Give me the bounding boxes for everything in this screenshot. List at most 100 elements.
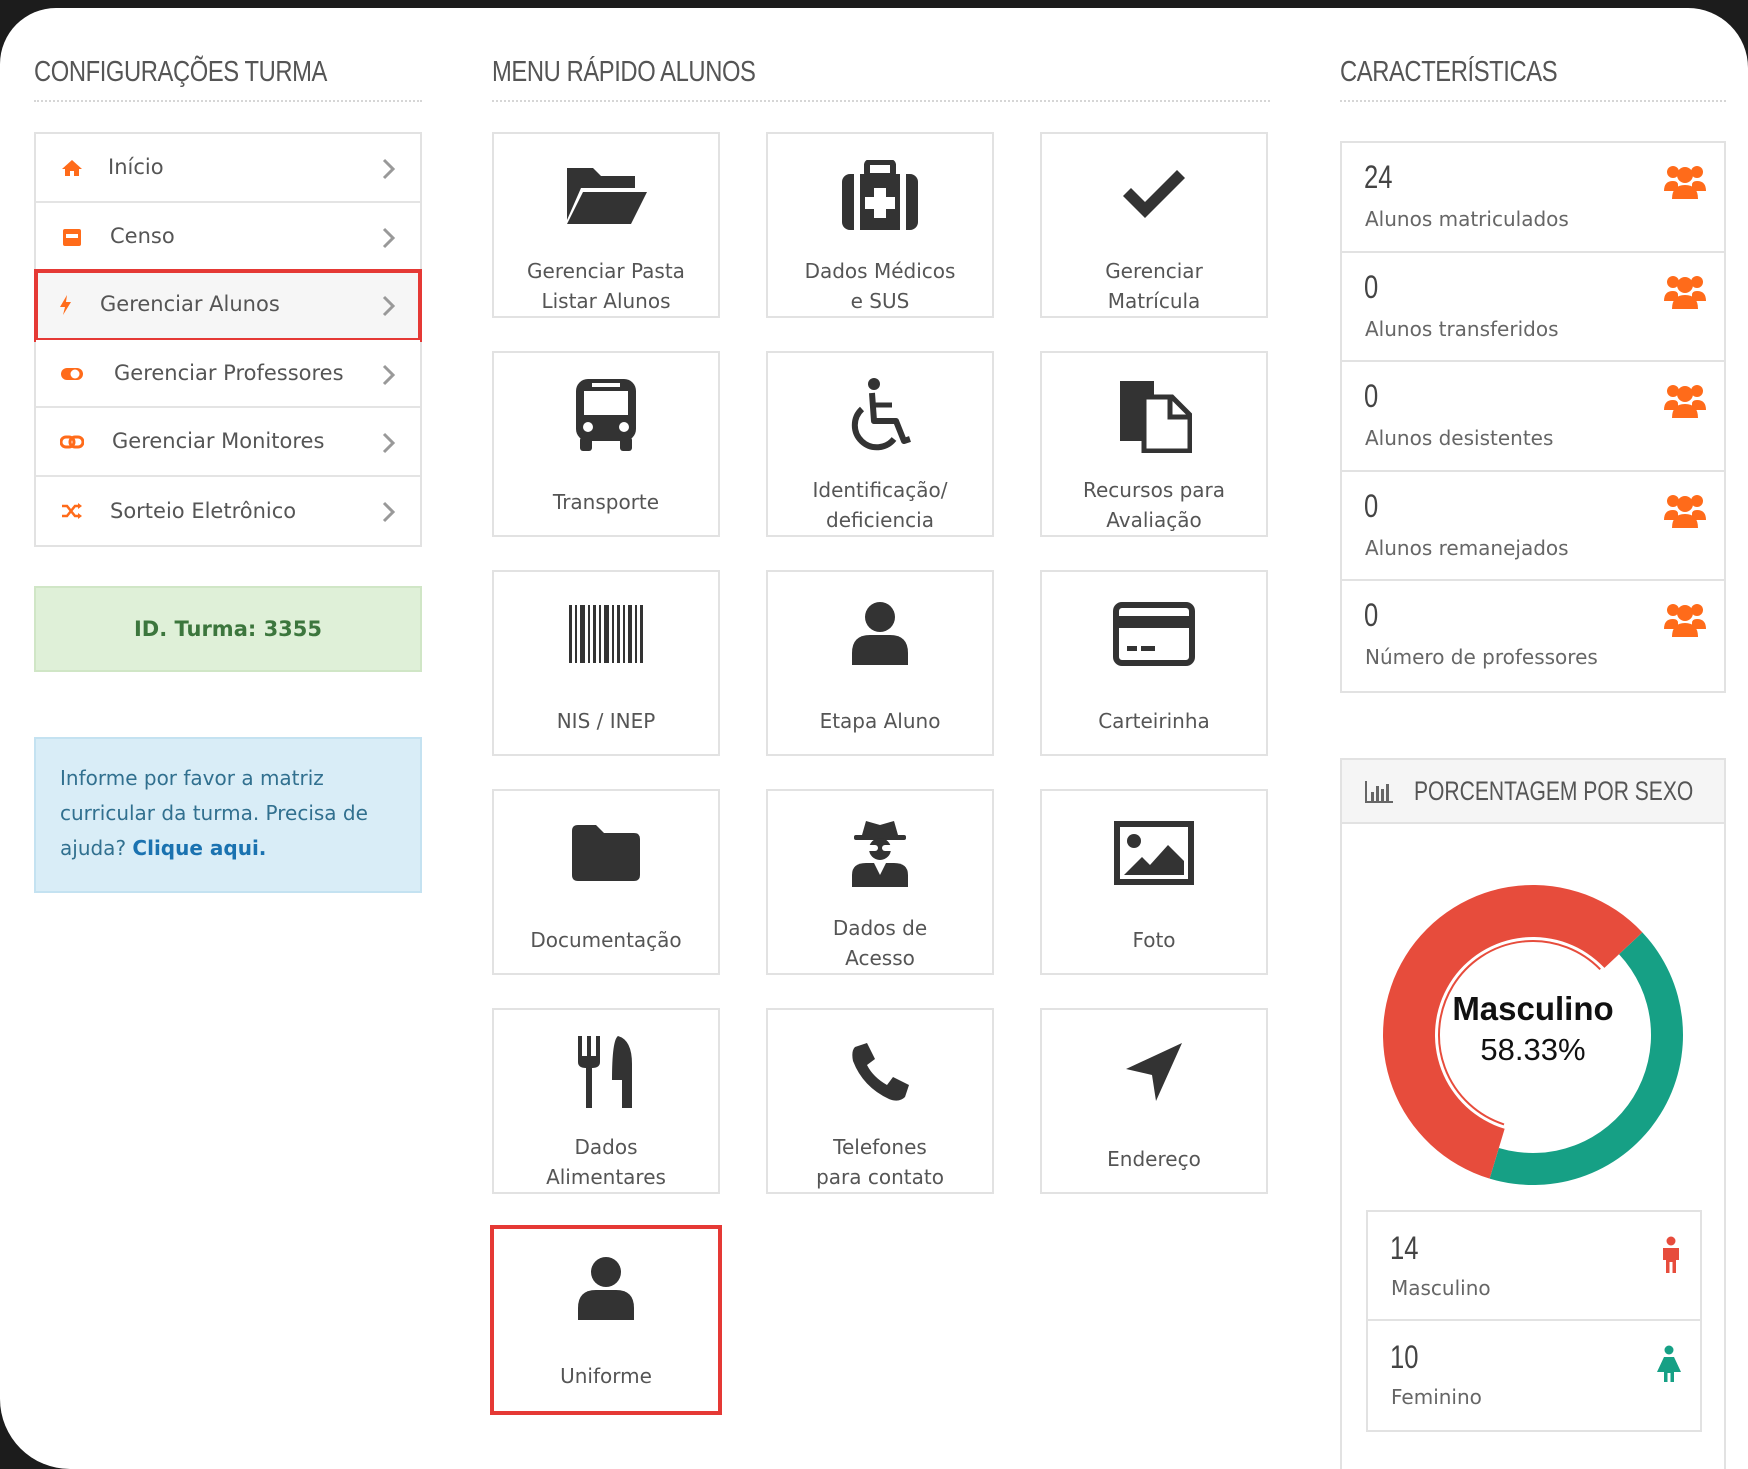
tile-dados-medicos[interactable]: Dados Médicos e SUS	[766, 132, 994, 318]
tile-recursos-avaliacao[interactable]: Recursos para Avaliação	[1040, 351, 1268, 537]
tile-label: Carteirinha	[1098, 709, 1210, 733]
stat-row: 0 Alunos desistentes	[1342, 362, 1724, 472]
menu-item-gerenciar-monitores[interactable]: Gerenciar Monitores	[36, 408, 420, 477]
folder-open-icon	[567, 168, 647, 224]
menu-item-censo[interactable]: Censo	[36, 202, 420, 271]
users-icon	[1664, 494, 1706, 528]
class-id-badge: ID. Turma: 3355	[34, 586, 422, 672]
class-config-menu: Início Censo Gerenciar Alunos Gerenciar …	[34, 132, 422, 547]
chevron-right-icon	[382, 501, 396, 522]
tile-label: Dados de	[832, 916, 928, 940]
chevron-right-icon	[382, 364, 396, 385]
barcode-icon	[569, 605, 643, 663]
tile-label: Gerenciar	[1105, 259, 1203, 283]
tile-label: Foto	[1132, 928, 1176, 952]
donut-value-label: 58.33%	[1480, 1032, 1586, 1067]
chevron-right-icon	[382, 158, 396, 180]
male-label: Masculino	[1391, 1276, 1491, 1300]
stat-value: 0	[1364, 597, 1379, 633]
user-icon	[852, 602, 908, 665]
tile-label: NIS / INEP	[556, 709, 656, 733]
tile-label: Endereço	[1107, 1147, 1201, 1171]
menu-item-label: Gerenciar Professores	[114, 360, 344, 385]
tile-gerenciar-pasta[interactable]: Gerenciar Pasta Listar Alunos	[492, 132, 720, 318]
menu-item-label: Início	[108, 155, 164, 180]
stat-row: 0 Alunos remanejados	[1342, 471, 1724, 581]
tile-transporte[interactable]: Transporte	[492, 351, 720, 537]
characteristics-list: 24 Alunos matriculados 0 Alunos transfer…	[1340, 141, 1726, 693]
male-count: 14	[1390, 1230, 1419, 1266]
utensils-icon	[578, 1036, 632, 1108]
divider	[1340, 100, 1726, 102]
checkmark-icon	[1123, 170, 1185, 218]
menu-item-sorteio-eletronico[interactable]: Sorteio Eletrônico	[36, 476, 420, 545]
menu-section-title: MENU RÁPIDO ALUNOS	[492, 56, 756, 88]
tile-documentacao[interactable]: Documentação	[492, 789, 720, 975]
tile-gerenciar-matricula[interactable]: Gerenciar Matrícula	[1040, 132, 1268, 318]
menu-item-label: Gerenciar Monitores	[112, 429, 325, 454]
panel-header: PORCENTAGEM POR SEXO	[1342, 760, 1724, 824]
characteristics-section-title: CARACTERÍSTICAS	[1340, 56, 1558, 88]
tile-nis-inep[interactable]: NIS / INEP	[492, 570, 720, 756]
stat-label: Alunos remanejados	[1365, 535, 1569, 560]
tile-label: Listar Alunos	[541, 289, 671, 313]
stat-row: 0 Número de professores	[1342, 581, 1724, 691]
tile-etapa-aluno[interactable]: Etapa Aluno	[766, 570, 994, 756]
stat-value: 0	[1364, 378, 1379, 414]
tile-dados-acesso[interactable]: Dados de Acesso	[766, 789, 994, 975]
tile-label: Telefones	[833, 1135, 927, 1159]
gender-row-male: 14 Masculino	[1368, 1212, 1700, 1321]
bolt-icon	[60, 295, 71, 315]
female-count: 10	[1390, 1339, 1419, 1375]
chevron-right-icon	[382, 432, 396, 454]
tile-telefones[interactable]: Telefones para contato	[766, 1008, 994, 1194]
donut-series-label: Masculino	[1452, 990, 1614, 1027]
user-icon	[578, 1257, 634, 1320]
tile-label: Transporte	[552, 490, 660, 514]
image-icon	[1114, 821, 1194, 885]
female-icon	[1657, 1345, 1681, 1382]
stat-value: 0	[1364, 487, 1379, 524]
config-section-title: CONFIGURAÇÕES TURMA	[34, 56, 328, 88]
tile-label: para contato	[816, 1165, 944, 1189]
tile-foto[interactable]: Foto	[1040, 789, 1268, 975]
location-arrow-icon	[1126, 1043, 1182, 1101]
tile-dados-alimentares[interactable]: Dados Alimentares	[492, 1008, 720, 1194]
panel-title: PORCENTAGEM POR SEXO	[1414, 776, 1694, 806]
tile-label: Documentação	[530, 928, 682, 952]
gender-percentage-panel: PORCENTAGEM POR SEXO Masculino 58.33% 14…	[1340, 758, 1726, 1469]
menu-item-label: Gerenciar Alunos	[100, 292, 280, 317]
stat-label: Alunos matriculados	[1365, 207, 1569, 231]
tile-label: Matrícula	[1107, 289, 1201, 313]
tile-identificacao[interactable]: Identificação/deficiencia	[766, 351, 994, 537]
male-icon	[1663, 1236, 1679, 1273]
divider	[492, 100, 1270, 102]
stat-row: 24 Alunos matriculados	[1342, 143, 1724, 253]
stat-label: Alunos transferidos	[1365, 316, 1559, 341]
tile-label: Dados	[574, 1135, 638, 1159]
menu-item-inicio[interactable]: Início	[36, 134, 420, 203]
tile-label: Recursos para	[1082, 478, 1226, 502]
shuffle-icon	[62, 502, 82, 519]
home-icon	[62, 160, 82, 176]
user-secret-icon	[852, 821, 908, 887]
tile-carteirinha[interactable]: Carteirinha	[1040, 570, 1268, 756]
medkit-icon	[842, 160, 918, 230]
stat-value: 24	[1364, 159, 1393, 195]
tile-uniforme[interactable]: Uniforme	[490, 1225, 722, 1415]
help-link[interactable]: Clique aqui.	[132, 836, 266, 860]
bar-chart-icon	[1365, 781, 1393, 803]
link-icon	[60, 435, 84, 449]
chevron-right-icon	[382, 295, 396, 317]
menu-item-gerenciar-alunos[interactable]: Gerenciar Alunos	[34, 269, 422, 342]
phone-icon	[852, 1043, 909, 1101]
bus-icon	[576, 379, 636, 451]
tile-label: Avaliação	[1106, 508, 1202, 532]
menu-item-gerenciar-professores[interactable]: Gerenciar Professores	[36, 339, 420, 408]
tile-endereco[interactable]: Endereço	[1040, 1008, 1268, 1194]
menu-item-label: Sorteio Eletrônico	[110, 498, 297, 523]
divider	[34, 100, 422, 102]
calendar-icon	[63, 228, 81, 246]
stat-label: Número de professores	[1365, 645, 1598, 669]
tile-label: Acesso	[845, 946, 915, 970]
